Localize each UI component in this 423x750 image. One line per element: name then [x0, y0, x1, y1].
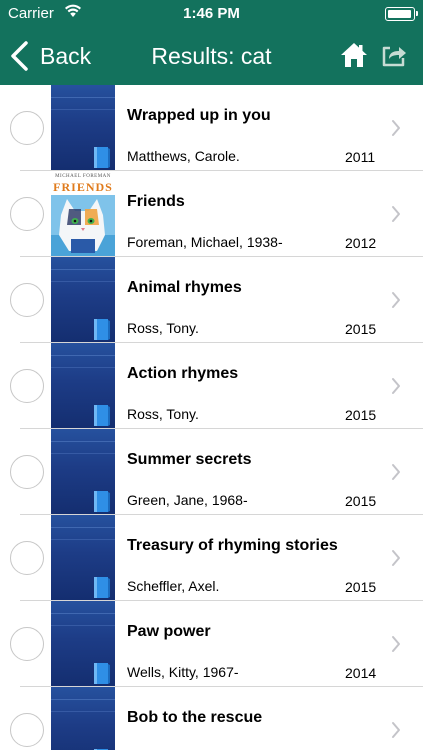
result-title: Treasury of rhyming stories: [127, 537, 338, 554]
status-bar: Carrier 1:46 PM: [0, 0, 423, 28]
book-icon: [94, 319, 110, 340]
select-radio[interactable]: [10, 627, 44, 661]
select-radio[interactable]: [10, 369, 44, 403]
select-radio[interactable]: [10, 197, 44, 231]
list-item[interactable]: Action rhymes Ross, Tony. 2015: [0, 343, 423, 429]
chevron-right-icon: [392, 292, 400, 308]
result-year: 2014: [345, 665, 377, 681]
book-icon: [94, 147, 110, 168]
book-cover-image: [51, 601, 115, 686]
result-year: 2015: [345, 321, 377, 337]
result-title: Wrapped up in you: [127, 107, 271, 124]
chevron-right-icon: [392, 206, 400, 222]
result-title: Bob to the rescue: [127, 709, 263, 726]
book-cover-image: [51, 687, 115, 750]
chevron-right-icon: [392, 636, 400, 652]
book-cover-image: [51, 85, 115, 170]
result-title: Summer secrets: [127, 451, 252, 468]
select-radio[interactable]: [10, 541, 44, 575]
cover-author-text: MICHAEL FOREMAN: [55, 174, 111, 179]
list-item[interactable]: Bob to the rescue: [0, 687, 423, 750]
status-time: 1:46 PM: [183, 5, 240, 22]
result-year: 2015: [345, 493, 377, 509]
result-author: Scheffler, Axel.: [127, 578, 220, 594]
result-title: Action rhymes: [127, 365, 239, 382]
result-author: Green, Jane, 1968-: [127, 492, 248, 508]
book-icon: [94, 491, 110, 512]
select-radio[interactable]: [10, 455, 44, 489]
result-title: Friends: [127, 193, 185, 210]
book-cover-image: [51, 515, 115, 600]
result-year: 2015: [345, 579, 377, 595]
list-item[interactable]: Animal rhymes Ross, Tony. 2015: [0, 257, 423, 343]
home-icon[interactable]: [340, 41, 368, 69]
result-author: Ross, Tony.: [127, 406, 199, 422]
select-radio[interactable]: [10, 111, 44, 145]
list-item[interactable]: Treasury of rhyming stories Scheffler, Ax…: [0, 515, 423, 601]
list-item[interactable]: Summer secrets Green, Jane, 1968- 2015: [0, 429, 423, 515]
chevron-right-icon: [392, 550, 400, 566]
result-author: Matthews, Carole.: [127, 148, 240, 164]
battery-icon: [385, 7, 418, 21]
result-year: 2015: [345, 407, 377, 423]
navigation-bar: Back Results: cat: [0, 28, 423, 85]
book-icon: [94, 663, 110, 684]
book-cover-image: [51, 429, 115, 514]
list-item[interactable]: Paw power Wells, Kitty, 1967- 2014: [0, 601, 423, 687]
list-item[interactable]: Wrapped up in you Matthews, Carole. 2011: [0, 85, 423, 171]
cat-illustration: [51, 195, 115, 256]
select-radio[interactable]: [10, 283, 44, 317]
book-cover-image: MICHAEL FOREMAN FRIENDS: [51, 171, 115, 256]
cover-title-text: FRIENDS: [53, 180, 113, 194]
results-list: Wrapped up in you Matthews, Carole. 2011 MI…: [0, 85, 423, 750]
result-author: Wells, Kitty, 1967-: [127, 664, 239, 680]
book-cover-image: [51, 343, 115, 428]
select-radio[interactable]: [10, 713, 44, 747]
chevron-right-icon: [392, 722, 400, 738]
book-icon: [94, 577, 110, 598]
result-author: Ross, Tony.: [127, 320, 199, 336]
book-cover-image: [51, 257, 115, 342]
list-item[interactable]: MICHAEL FOREMAN FRIENDS Friends Foreman, Mi…: [0, 171, 423, 257]
result-year: 2011: [345, 149, 376, 165]
chevron-right-icon: [392, 378, 400, 394]
share-icon[interactable]: [381, 42, 408, 68]
chevron-right-icon: [392, 120, 400, 136]
book-icon: [94, 405, 110, 426]
result-year: 2012: [345, 235, 377, 251]
result-author: Foreman, Michael, 1938-: [127, 234, 283, 250]
chevron-right-icon: [392, 464, 400, 480]
result-title: Animal rhymes: [127, 279, 242, 296]
result-title: Paw power: [127, 623, 211, 640]
